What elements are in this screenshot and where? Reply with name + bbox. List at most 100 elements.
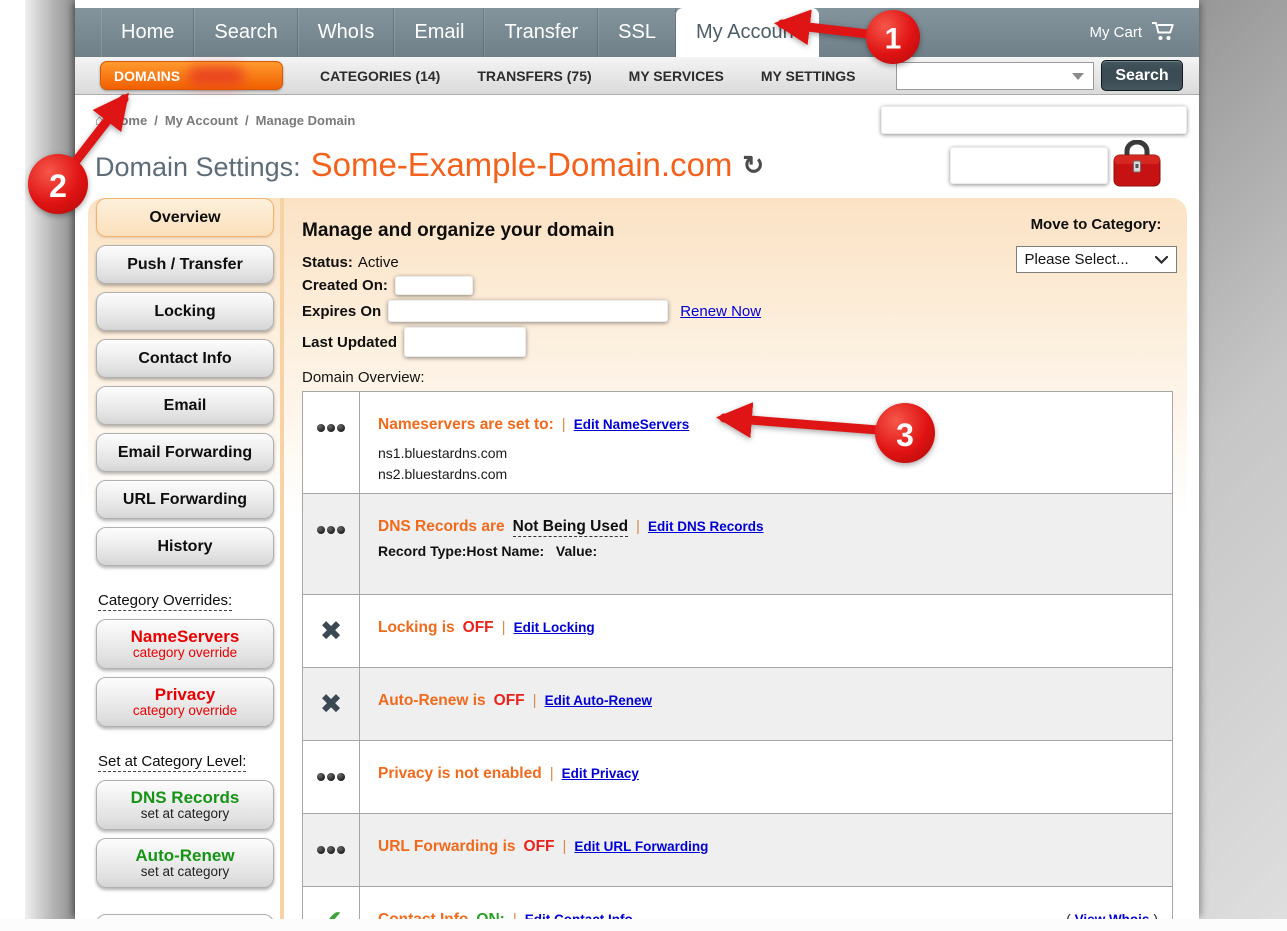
row-icon-cell: ✖ (303, 595, 360, 667)
page-title: Domain Settings: Some-Example-Domain.com… (95, 146, 764, 184)
move-to-category-label: Move to Category: (1011, 216, 1181, 233)
breadcrumb-current: Manage Domain (256, 113, 356, 128)
redaction-box (881, 106, 1187, 134)
x-icon: ✖ (320, 691, 343, 718)
created-line: Created On: (302, 276, 1173, 295)
domains-label: DOMAINS (114, 68, 180, 84)
tab-ssl[interactable]: SSL (598, 8, 676, 57)
breadcrumb: ⌂ Home / My Account / Manage Domain (95, 112, 355, 129)
edit-dns-records-link[interactable]: Edit DNS Records (648, 519, 764, 534)
updated-label: Last Updated (302, 334, 397, 351)
sidebar-item-privacy-override[interactable]: Privacy category override (96, 677, 274, 727)
row-title: DNS Records are (378, 518, 505, 536)
category-title: DNS Records (97, 789, 273, 807)
domain-overview-table: Nameservers are set to: | Edit NameServe… (302, 391, 1173, 931)
row-status-off: OFF (524, 838, 555, 856)
sidebar-item-email[interactable]: Email (96, 386, 274, 425)
tab-search[interactable]: Search (194, 8, 297, 57)
toolbox-icon[interactable] (1111, 140, 1163, 195)
row-title: Privacy is not enabled (378, 765, 542, 783)
row-icon-cell (303, 494, 360, 594)
my-cart-button[interactable]: My Cart (1090, 8, 1178, 57)
sidebar-item-dns-records-category[interactable]: DNS Records set at category (96, 780, 274, 830)
status-label: Status: (302, 254, 353, 271)
sidebar-item-email-forwarding[interactable]: Email Forwarding (96, 433, 274, 472)
bottom-gutter (0, 919, 1287, 931)
separator: | (563, 838, 567, 855)
subnav-tab-my-settings[interactable]: MY SETTINGS (761, 68, 856, 84)
override-title: NameServers (97, 628, 273, 646)
sidebar-item-push-transfer[interactable]: Push / Transfer (96, 245, 274, 284)
separator: | (636, 518, 640, 535)
subnav-tab-my-services[interactable]: MY SERVICES (629, 68, 724, 84)
x-icon: ✖ (320, 618, 343, 645)
row-status-off: OFF (494, 692, 525, 710)
my-cart-label: My Cart (1090, 24, 1143, 41)
redaction-box (950, 147, 1108, 184)
breadcrumb-my-account[interactable]: My Account (165, 113, 238, 128)
category-select[interactable]: Please Select... (1016, 246, 1177, 273)
override-subtitle: category override (97, 646, 273, 661)
edit-nameservers-link[interactable]: Edit NameServers (574, 417, 690, 432)
nameserver-list: ns1.bluestardns.com ns2.bluestardns.com (378, 443, 1158, 485)
status-value: Active (358, 254, 399, 271)
domain-search-area: Search (896, 60, 1183, 91)
table-row-dns-records: DNS Records are Not Being Used | Edit DN… (303, 493, 1172, 594)
row-icon-cell (303, 392, 360, 493)
breadcrumb-home[interactable]: Home (111, 113, 147, 128)
dots-icon (317, 773, 345, 781)
subnav-tab-categories[interactable]: CATEGORIES (14) (320, 68, 440, 84)
sidebar-item-url-forwarding[interactable]: URL Forwarding (96, 480, 274, 519)
table-row-url-forwarding: URL Forwarding is OFF | Edit URL Forward… (303, 813, 1172, 886)
tab-my-account[interactable]: My Account (676, 8, 819, 57)
sidebar: Overview Push / Transfer Locking Contact… (88, 198, 284, 919)
expires-line: Expires On Renew Now (302, 300, 1173, 322)
dots-icon (317, 846, 345, 854)
edit-privacy-link[interactable]: Edit Privacy (562, 766, 639, 781)
redacted-domains-count (188, 67, 244, 85)
row-icon-cell (303, 741, 360, 813)
subnav-tab-domains[interactable]: DOMAINS (100, 61, 283, 90)
search-button[interactable]: Search (1101, 60, 1183, 91)
sidebar-item-history[interactable]: History (96, 527, 274, 566)
tab-email[interactable]: Email (394, 8, 484, 57)
page-title-prefix: Domain Settings: (95, 152, 301, 183)
top-navigation: Home Search WhoIs Email Transfer SSL My … (75, 8, 1199, 57)
row-emphasis: Not Being Used (513, 518, 628, 537)
row-title: URL Forwarding is (378, 838, 516, 856)
sidebar-item-overview[interactable]: Overview (96, 198, 274, 237)
table-row-auto-renew: ✖ Auto-Renew is OFF | Edit Auto-Renew (303, 667, 1172, 740)
sidebar-item-contact-info[interactable]: Contact Info (96, 339, 274, 378)
home-icon: ⌂ (95, 112, 104, 129)
sidebar-item-nameservers-override[interactable]: NameServers category override (96, 619, 274, 669)
row-icon-cell (303, 814, 360, 886)
separator: | (533, 692, 537, 709)
row-title: Locking is (378, 619, 455, 637)
tab-home[interactable]: Home (101, 8, 194, 57)
redaction-box (404, 327, 526, 357)
sidebar-item-locking[interactable]: Locking (96, 292, 274, 331)
row-title: Nameservers are set to: (378, 416, 554, 434)
account-sub-navigation: DOMAINS CATEGORIES (14) TRANSFERS (75) M… (75, 57, 1199, 95)
dns-record-columns: Record Type:Host Name: Value: (378, 543, 1158, 559)
created-label: Created On: (302, 277, 388, 294)
content-panel: Overview Push / Transfer Locking Contact… (88, 198, 1187, 919)
tab-whois[interactable]: WhoIs (298, 8, 395, 57)
domain-overview-label: Domain Overview: (302, 369, 1173, 386)
nameserver-1: ns1.bluestardns.com (378, 445, 507, 461)
nameserver-2: ns2.bluestardns.com (378, 466, 507, 482)
renew-now-link[interactable]: Renew Now (680, 303, 761, 320)
table-row-nameservers: Nameservers are set to: | Edit NameServe… (303, 392, 1172, 493)
edit-locking-link[interactable]: Edit Locking (514, 620, 595, 635)
tab-transfer[interactable]: Transfer (484, 8, 598, 57)
refresh-icon[interactable]: ↻ (742, 150, 764, 181)
separator: | (550, 765, 554, 782)
search-combobox[interactable] (896, 62, 1094, 90)
subnav-tab-transfers[interactable]: TRANSFERS (75) (477, 68, 591, 84)
edit-auto-renew-link[interactable]: Edit Auto-Renew (545, 693, 653, 708)
edit-url-forwarding-link[interactable]: Edit URL Forwarding (574, 839, 708, 854)
main-content: Move to Category: Please Select... Manag… (284, 198, 1189, 919)
sidebar-item-auto-renew-category[interactable]: Auto-Renew set at category (96, 838, 274, 888)
separator: | (562, 416, 566, 433)
table-row-locking: ✖ Locking is OFF | Edit Locking (303, 594, 1172, 667)
